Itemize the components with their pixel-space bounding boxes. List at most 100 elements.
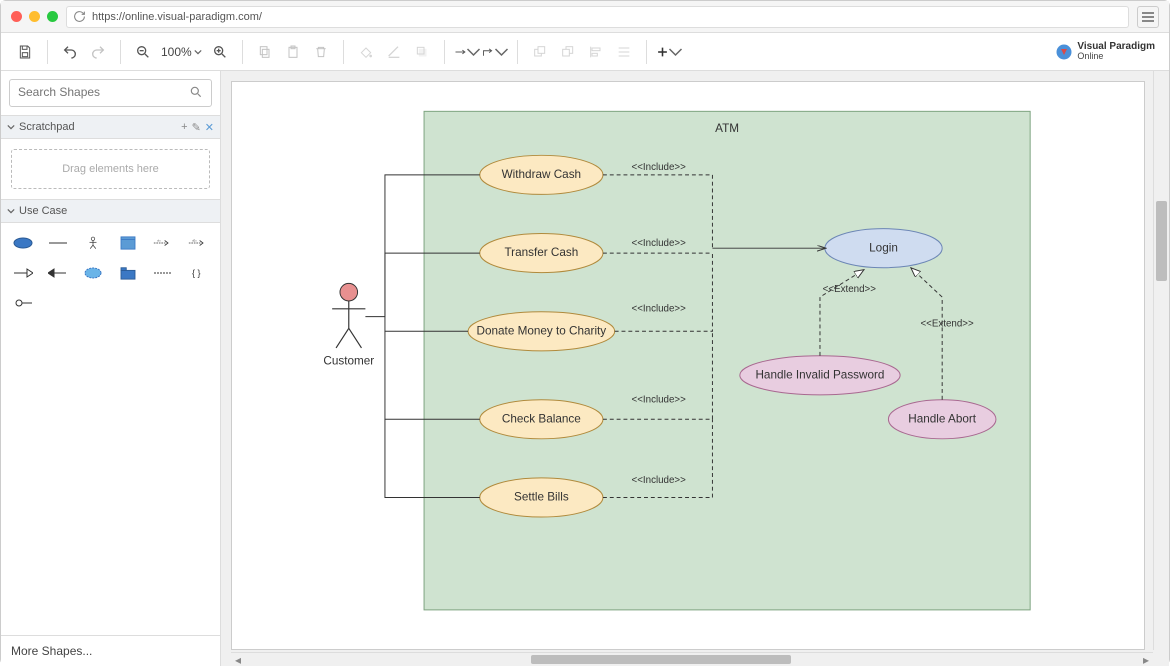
shape-dependency[interactable] bbox=[148, 261, 177, 285]
svg-text:Donate Money to Charity: Donate Money to Charity bbox=[477, 324, 607, 337]
usecase-donate[interactable]: Donate Money to Charity bbox=[468, 312, 615, 351]
window-controls bbox=[11, 11, 58, 22]
usecase-abort[interactable]: Handle Abort bbox=[888, 400, 996, 439]
system-name: ATM bbox=[715, 122, 739, 135]
shape-constraint[interactable]: { } bbox=[183, 261, 212, 285]
add-button[interactable] bbox=[655, 38, 683, 66]
svg-text:Check Balance: Check Balance bbox=[502, 412, 581, 425]
browser-bar: https://online.visual-paradigm.com/ bbox=[1, 1, 1169, 33]
app-logo[interactable]: Visual Paradigm Online bbox=[1055, 42, 1163, 62]
vertical-scrollbar[interactable] bbox=[1153, 71, 1169, 650]
fill-button[interactable] bbox=[352, 38, 380, 66]
shape-extend[interactable]: «E» bbox=[183, 231, 212, 255]
include-label-2: <<Include>> bbox=[632, 238, 687, 249]
save-button[interactable] bbox=[11, 38, 39, 66]
search-shapes[interactable] bbox=[9, 79, 212, 107]
usecase-header[interactable]: Use Case bbox=[1, 199, 220, 223]
usecase-title: Use Case bbox=[19, 205, 67, 217]
shape-usecase-ellipse[interactable] bbox=[9, 231, 38, 255]
svg-text:{ }: { } bbox=[192, 268, 201, 278]
svg-text:Withdraw Cash: Withdraw Cash bbox=[502, 168, 581, 181]
delete-button[interactable] bbox=[307, 38, 335, 66]
more-shapes-label: More Shapes... bbox=[11, 644, 92, 658]
chevron-down-icon bbox=[7, 123, 15, 131]
svg-text:«I»: «I» bbox=[157, 239, 161, 242]
zoom-value: 100% bbox=[161, 45, 192, 59]
drop-hint: Drag elements here bbox=[62, 163, 159, 175]
logo-line2: Online bbox=[1077, 51, 1103, 61]
usecase-login[interactable]: Login bbox=[825, 229, 942, 268]
close-window-icon[interactable] bbox=[11, 11, 22, 22]
svg-text:Settle Bills: Settle Bills bbox=[514, 491, 569, 504]
connector-orthogonal-button[interactable] bbox=[481, 38, 509, 66]
paste-button[interactable] bbox=[279, 38, 307, 66]
usecase-invalid-password[interactable]: Handle Invalid Password bbox=[740, 356, 900, 395]
extend-label-1: <<Extend>> bbox=[823, 284, 877, 295]
scroll-left-icon[interactable]: ◂ bbox=[231, 653, 245, 666]
shape-system[interactable] bbox=[114, 231, 143, 255]
svg-text:Transfer Cash: Transfer Cash bbox=[504, 246, 578, 259]
scratchpad-header[interactable]: Scratchpad + ✎ ✕ bbox=[1, 115, 220, 139]
address-bar[interactable]: https://online.visual-paradigm.com/ bbox=[66, 6, 1129, 28]
search-input[interactable] bbox=[18, 85, 189, 99]
copy-button[interactable] bbox=[251, 38, 279, 66]
stroke-button[interactable] bbox=[380, 38, 408, 66]
scratchpad-title: Scratchpad bbox=[19, 121, 75, 133]
include-label-5: <<Include>> bbox=[632, 475, 687, 486]
browser-menu-button[interactable] bbox=[1137, 6, 1159, 28]
shape-association[interactable] bbox=[44, 231, 73, 255]
front-button[interactable] bbox=[526, 38, 554, 66]
vp-logo-icon bbox=[1055, 43, 1073, 61]
more-shapes-button[interactable]: More Shapes... bbox=[1, 635, 220, 666]
usecase-withdraw[interactable]: Withdraw Cash bbox=[480, 155, 603, 194]
include-label-3: <<Include>> bbox=[632, 304, 687, 315]
chevron-down-icon bbox=[7, 207, 15, 215]
reload-icon bbox=[73, 10, 86, 23]
actor-customer[interactable]: Customer bbox=[323, 283, 374, 367]
shape-include[interactable]: «I» bbox=[148, 231, 177, 255]
actor-label: Customer bbox=[323, 355, 374, 368]
shape-collaboration[interactable] bbox=[79, 261, 108, 285]
undo-button[interactable] bbox=[56, 38, 84, 66]
zoom-in-button[interactable] bbox=[206, 38, 234, 66]
svg-text:Handle Invalid Password: Handle Invalid Password bbox=[755, 368, 884, 381]
scroll-right-icon[interactable]: ▸ bbox=[1139, 653, 1153, 666]
redo-button[interactable] bbox=[84, 38, 112, 66]
svg-text:«E»: «E» bbox=[192, 239, 197, 242]
chevron-down-icon bbox=[194, 48, 202, 56]
include-label-1: <<Include>> bbox=[632, 162, 687, 173]
distribute-button[interactable] bbox=[610, 38, 638, 66]
app-toolbar: 100% Visual Paradigm Online bbox=[1, 33, 1169, 71]
usecase-check[interactable]: Check Balance bbox=[480, 400, 603, 439]
extend-label-2: <<Extend>> bbox=[920, 318, 974, 329]
url-text: https://online.visual-paradigm.com/ bbox=[92, 11, 262, 23]
zoom-level[interactable]: 100% bbox=[157, 45, 206, 59]
scratchpad-close-icon[interactable]: ✕ bbox=[205, 121, 214, 134]
svg-text:Handle Abort: Handle Abort bbox=[908, 412, 976, 425]
svg-text:Login: Login bbox=[869, 241, 898, 254]
maximize-window-icon[interactable] bbox=[47, 11, 58, 22]
shape-palette: «I» «E» { } bbox=[1, 223, 220, 323]
scratchpad-add-icon[interactable]: + bbox=[181, 121, 187, 134]
shape-realization[interactable] bbox=[44, 261, 73, 285]
shadow-button[interactable] bbox=[408, 38, 436, 66]
back-button[interactable] bbox=[554, 38, 582, 66]
scratchpad-dropzone[interactable]: Drag elements here bbox=[11, 149, 210, 189]
diagram-svg: ATM Customer Withdraw Cash Transfer Cash… bbox=[232, 82, 1144, 649]
include-label-4: <<Include>> bbox=[632, 395, 687, 406]
zoom-out-button[interactable] bbox=[129, 38, 157, 66]
horizontal-scrollbar[interactable]: ◂ ▸ bbox=[231, 652, 1153, 666]
shape-interface[interactable] bbox=[9, 291, 38, 315]
shape-package[interactable] bbox=[114, 261, 143, 285]
canvas[interactable]: ATM Customer Withdraw Cash Transfer Cash… bbox=[221, 71, 1169, 666]
sidebar: Scratchpad + ✎ ✕ Drag elements here Use … bbox=[1, 71, 221, 666]
usecase-settle[interactable]: Settle Bills bbox=[480, 478, 603, 517]
scratchpad-edit-icon[interactable]: ✎ bbox=[192, 121, 201, 134]
shape-generalization[interactable] bbox=[9, 261, 38, 285]
search-icon bbox=[189, 85, 203, 99]
connector-straight-button[interactable] bbox=[453, 38, 481, 66]
shape-actor[interactable] bbox=[79, 231, 108, 255]
usecase-transfer[interactable]: Transfer Cash bbox=[480, 234, 603, 273]
align-button[interactable] bbox=[582, 38, 610, 66]
minimize-window-icon[interactable] bbox=[29, 11, 40, 22]
